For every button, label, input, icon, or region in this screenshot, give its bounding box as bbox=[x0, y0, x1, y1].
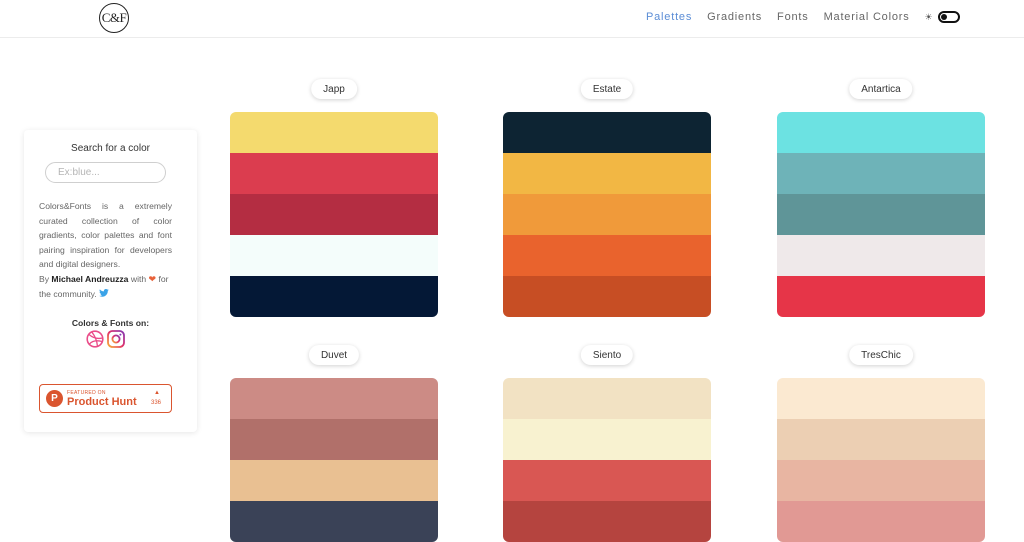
color-swatch[interactable] bbox=[230, 501, 438, 542]
color-swatch[interactable] bbox=[230, 378, 438, 419]
author-link[interactable]: Michael Andreuzza bbox=[51, 274, 128, 284]
nav-material-colors[interactable]: Material Colors bbox=[824, 11, 910, 23]
color-swatch[interactable] bbox=[777, 194, 985, 235]
palette-swatches[interactable] bbox=[503, 112, 711, 317]
color-swatch[interactable] bbox=[503, 276, 711, 317]
twitter-icon[interactable] bbox=[99, 287, 109, 302]
color-swatch[interactable] bbox=[230, 460, 438, 501]
color-swatch[interactable] bbox=[777, 378, 985, 419]
color-swatch[interactable] bbox=[777, 153, 985, 194]
palette-name[interactable]: Duvet bbox=[308, 345, 360, 365]
color-swatch[interactable] bbox=[230, 194, 438, 235]
palette-name[interactable]: Japp bbox=[311, 79, 357, 99]
color-swatch[interactable] bbox=[503, 112, 711, 153]
color-swatch[interactable] bbox=[777, 419, 985, 460]
color-swatch[interactable] bbox=[777, 235, 985, 276]
upvote-arrow-icon: ▲ bbox=[154, 390, 160, 396]
product-hunt-badge[interactable]: P FEATURED ON Product Hunt ▲ 336 bbox=[39, 384, 172, 413]
color-swatch[interactable] bbox=[777, 112, 985, 153]
instagram-icon[interactable] bbox=[107, 330, 125, 353]
color-swatch[interactable] bbox=[503, 419, 711, 460]
color-swatch[interactable] bbox=[230, 112, 438, 153]
heart-icon: ❤ bbox=[148, 274, 157, 284]
color-swatch[interactable] bbox=[230, 276, 438, 317]
theme-switch[interactable]: ☀ bbox=[925, 11, 961, 23]
palette-swatches[interactable] bbox=[230, 112, 438, 317]
social-icons bbox=[86, 330, 125, 353]
dribbble-icon[interactable] bbox=[86, 330, 104, 353]
product-hunt-icon: P bbox=[46, 390, 63, 407]
palette-swatches[interactable] bbox=[777, 112, 985, 317]
color-swatch[interactable] bbox=[230, 419, 438, 460]
by-prefix: By bbox=[39, 274, 50, 284]
color-swatch[interactable] bbox=[503, 501, 711, 542]
sun-icon: ☀ bbox=[924, 11, 934, 22]
nav-fonts[interactable]: Fonts bbox=[777, 11, 809, 23]
color-swatch[interactable] bbox=[230, 153, 438, 194]
palette-swatches[interactable] bbox=[503, 378, 711, 542]
logo[interactable]: C&F bbox=[99, 3, 129, 33]
search-input[interactable] bbox=[45, 162, 166, 183]
search-title: Search for a color bbox=[71, 143, 150, 154]
color-swatch[interactable] bbox=[503, 460, 711, 501]
nav-palettes[interactable]: Palettes bbox=[646, 11, 692, 23]
color-swatch[interactable] bbox=[777, 460, 985, 501]
palette-swatches[interactable] bbox=[777, 378, 985, 542]
color-swatch[interactable] bbox=[503, 235, 711, 276]
color-swatch[interactable] bbox=[777, 276, 985, 317]
with-text: with bbox=[130, 274, 147, 284]
site-description: Colors&Fonts is a extremely curated coll… bbox=[39, 201, 172, 270]
top-header: C&F Palettes Gradients Fonts Material Co… bbox=[0, 0, 1024, 38]
dark-mode-toggle[interactable] bbox=[938, 11, 961, 23]
palette-swatches[interactable] bbox=[230, 378, 438, 542]
main-nav: Palettes Gradients Fonts Material Colors… bbox=[646, 11, 961, 23]
palette-name[interactable]: Antartica bbox=[849, 79, 913, 99]
toggle-knob bbox=[941, 14, 948, 20]
palette-name[interactable]: Siento bbox=[580, 345, 634, 365]
ph-name: Product Hunt bbox=[67, 396, 137, 408]
palette-name[interactable]: Estate bbox=[580, 79, 634, 99]
color-swatch[interactable] bbox=[230, 235, 438, 276]
color-swatch[interactable] bbox=[503, 153, 711, 194]
byline: By Michael Andreuzza with ❤ for the comm… bbox=[39, 272, 179, 301]
color-swatch[interactable] bbox=[503, 378, 711, 419]
color-swatch[interactable] bbox=[777, 501, 985, 542]
ph-upvote-count: 336 bbox=[151, 400, 162, 406]
nav-gradients[interactable]: Gradients bbox=[707, 11, 762, 23]
social-title: Colors & Fonts on: bbox=[71, 318, 150, 328]
sidebar: Search for a color Colors&Fonts is a ext… bbox=[24, 130, 197, 432]
color-swatch[interactable] bbox=[503, 194, 711, 235]
palette-name[interactable]: TresChic bbox=[849, 345, 913, 365]
